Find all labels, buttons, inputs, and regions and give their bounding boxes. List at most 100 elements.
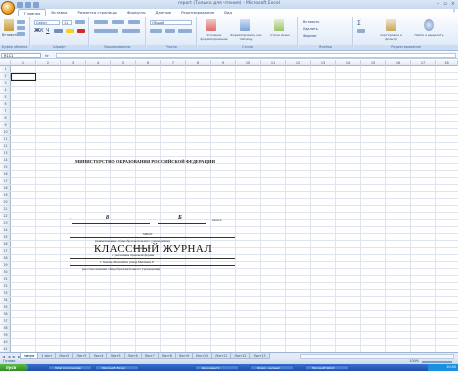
row-header[interactable]: 22 xyxy=(0,213,11,220)
row-header[interactable]: 30 xyxy=(0,269,11,276)
worksheet-grid[interactable]: 1 2 3 4 5 6 7 8 9 10 11 12 13 14 15 16 1… xyxy=(0,60,458,352)
zoom-slider[interactable] xyxy=(422,360,452,363)
taskbar-button[interactable]: Microsoft Excel xyxy=(95,365,139,370)
row-header[interactable]: 27 xyxy=(0,248,11,255)
row-header[interactable]: 29 xyxy=(0,262,11,269)
row-header[interactable]: 8 xyxy=(0,115,11,122)
find-icon[interactable] xyxy=(424,19,434,31)
row-header[interactable]: 36 xyxy=(0,311,11,318)
row-header[interactable]: 16 xyxy=(0,171,11,178)
row-header[interactable]: 18 xyxy=(0,185,11,192)
row-header[interactable]: 34 xyxy=(0,297,11,304)
row-header[interactable]: 32 xyxy=(0,283,11,290)
row-header[interactable]: 23 xyxy=(0,220,11,227)
row-header[interactable]: 4 xyxy=(0,87,11,94)
tab-view[interactable]: Вид xyxy=(219,9,237,16)
row-header[interactable]: 19 xyxy=(0,192,11,199)
italic-icon[interactable]: К xyxy=(40,28,44,34)
fill-icon[interactable] xyxy=(357,29,365,33)
tab-home[interactable]: Главная xyxy=(18,9,47,16)
row-header[interactable]: 9 xyxy=(0,122,11,129)
help-icon[interactable]: ? xyxy=(453,9,455,14)
row-header[interactable]: 25 xyxy=(0,234,11,241)
paste-icon[interactable] xyxy=(4,19,14,31)
row-header[interactable]: 24 xyxy=(0,227,11,234)
insert-cells-button[interactable]: Вставить xyxy=(303,20,319,24)
row-header[interactable]: 26 xyxy=(0,241,11,248)
borders-icon[interactable] xyxy=(54,29,63,33)
find-select-button[interactable]: Найти и выделить xyxy=(412,33,446,37)
grow-font-icon[interactable] xyxy=(75,20,85,24)
tab-insert[interactable]: Вставка xyxy=(46,9,72,16)
align-top-icon[interactable] xyxy=(94,20,108,24)
row-header[interactable]: 39 xyxy=(0,332,11,339)
start-button[interactable]: пуск xyxy=(0,364,28,371)
font-name-select[interactable]: Calibri xyxy=(34,20,60,25)
formula-input[interactable] xyxy=(56,53,456,58)
tab-formulas[interactable]: Формулы xyxy=(122,9,151,16)
wrap-text-icon[interactable] xyxy=(128,20,140,24)
row-header[interactable]: 10 xyxy=(0,129,11,136)
row-header[interactable]: 11 xyxy=(0,136,11,143)
cell-styles-button[interactable]: Стили ячеек xyxy=(265,33,295,37)
taskbar-button[interactable]: Total Commander xyxy=(48,365,92,370)
taskbar-button[interactable]: Класс. журнал xyxy=(250,365,294,370)
font-color-icon[interactable] xyxy=(77,29,85,33)
row-header[interactable]: 31 xyxy=(0,276,11,283)
cells-area[interactable] xyxy=(11,66,458,352)
row-header[interactable]: 35 xyxy=(0,304,11,311)
currency-icon[interactable] xyxy=(150,29,162,33)
align-horizontal-icon[interactable] xyxy=(94,29,118,33)
row-header[interactable]: 21 xyxy=(0,206,11,213)
row-header[interactable]: 2 xyxy=(0,73,11,80)
format-painter-icon[interactable] xyxy=(17,32,25,36)
paste-button[interactable]: Вставить xyxy=(2,33,18,37)
tab-data[interactable]: Данные xyxy=(151,9,177,16)
copy-icon[interactable] xyxy=(17,26,25,30)
format-as-table-button[interactable]: Форматировать как таблицу xyxy=(230,33,262,41)
row-header[interactable]: 5 xyxy=(0,94,11,101)
format-as-table-icon[interactable] xyxy=(240,19,250,31)
row-header[interactable]: 1 xyxy=(0,66,11,73)
conditional-format-button[interactable]: Условное форматирование xyxy=(199,33,229,41)
delete-cells-button[interactable]: Удалить xyxy=(303,27,318,31)
row-header[interactable]: 6 xyxy=(0,101,11,108)
cut-icon[interactable] xyxy=(17,20,25,24)
active-cell[interactable] xyxy=(11,73,36,81)
row-header[interactable]: 38 xyxy=(0,325,11,332)
row-header[interactable]: 7 xyxy=(0,108,11,115)
decimal-icon[interactable] xyxy=(178,29,192,33)
row-header[interactable]: 37 xyxy=(0,318,11,325)
row-header[interactable]: 12 xyxy=(0,143,11,150)
row-header[interactable]: 17 xyxy=(0,178,11,185)
underline-icon[interactable]: Ч xyxy=(46,28,49,34)
row-header[interactable]: 40 xyxy=(0,339,11,346)
orientation-icon[interactable] xyxy=(112,20,124,24)
row-header[interactable]: 15 xyxy=(0,164,11,171)
format-cells-button[interactable]: Формат xyxy=(303,34,317,38)
sort-filter-icon[interactable] xyxy=(386,19,396,31)
row-header[interactable]: 14 xyxy=(0,157,11,164)
row-header[interactable]: 20 xyxy=(0,199,11,206)
taskbar-button[interactable]: Документ1 xyxy=(195,365,239,370)
minimize-button[interactable]: – xyxy=(437,1,440,7)
name-box[interactable]: R1C1 xyxy=(1,53,41,58)
maximize-button[interactable]: ▫ xyxy=(443,1,446,7)
conditional-format-icon[interactable] xyxy=(206,19,216,31)
cell-styles-icon[interactable] xyxy=(274,19,284,31)
tab-review[interactable]: Рецензирование xyxy=(176,9,219,16)
fill-color-icon[interactable] xyxy=(66,29,74,33)
taskbar-button[interactable]: Microsoft Word xyxy=(305,365,349,370)
close-button[interactable]: × xyxy=(451,1,455,7)
row-header[interactable]: 33 xyxy=(0,290,11,297)
font-size-select[interactable]: 11 xyxy=(62,20,72,25)
sort-filter-button[interactable]: Сортировка и фильтр xyxy=(374,33,408,41)
merge-cells-icon[interactable] xyxy=(122,29,140,33)
tab-page-layout[interactable]: Разметка страницы xyxy=(73,9,122,16)
fx-icon[interactable]: fx xyxy=(45,53,49,58)
percent-icon[interactable] xyxy=(165,29,175,33)
autosum-icon[interactable]: Σ xyxy=(357,20,361,27)
row-header[interactable]: 3 xyxy=(0,80,11,87)
office-button[interactable] xyxy=(1,1,15,15)
number-format-select[interactable]: Общий xyxy=(150,20,192,25)
